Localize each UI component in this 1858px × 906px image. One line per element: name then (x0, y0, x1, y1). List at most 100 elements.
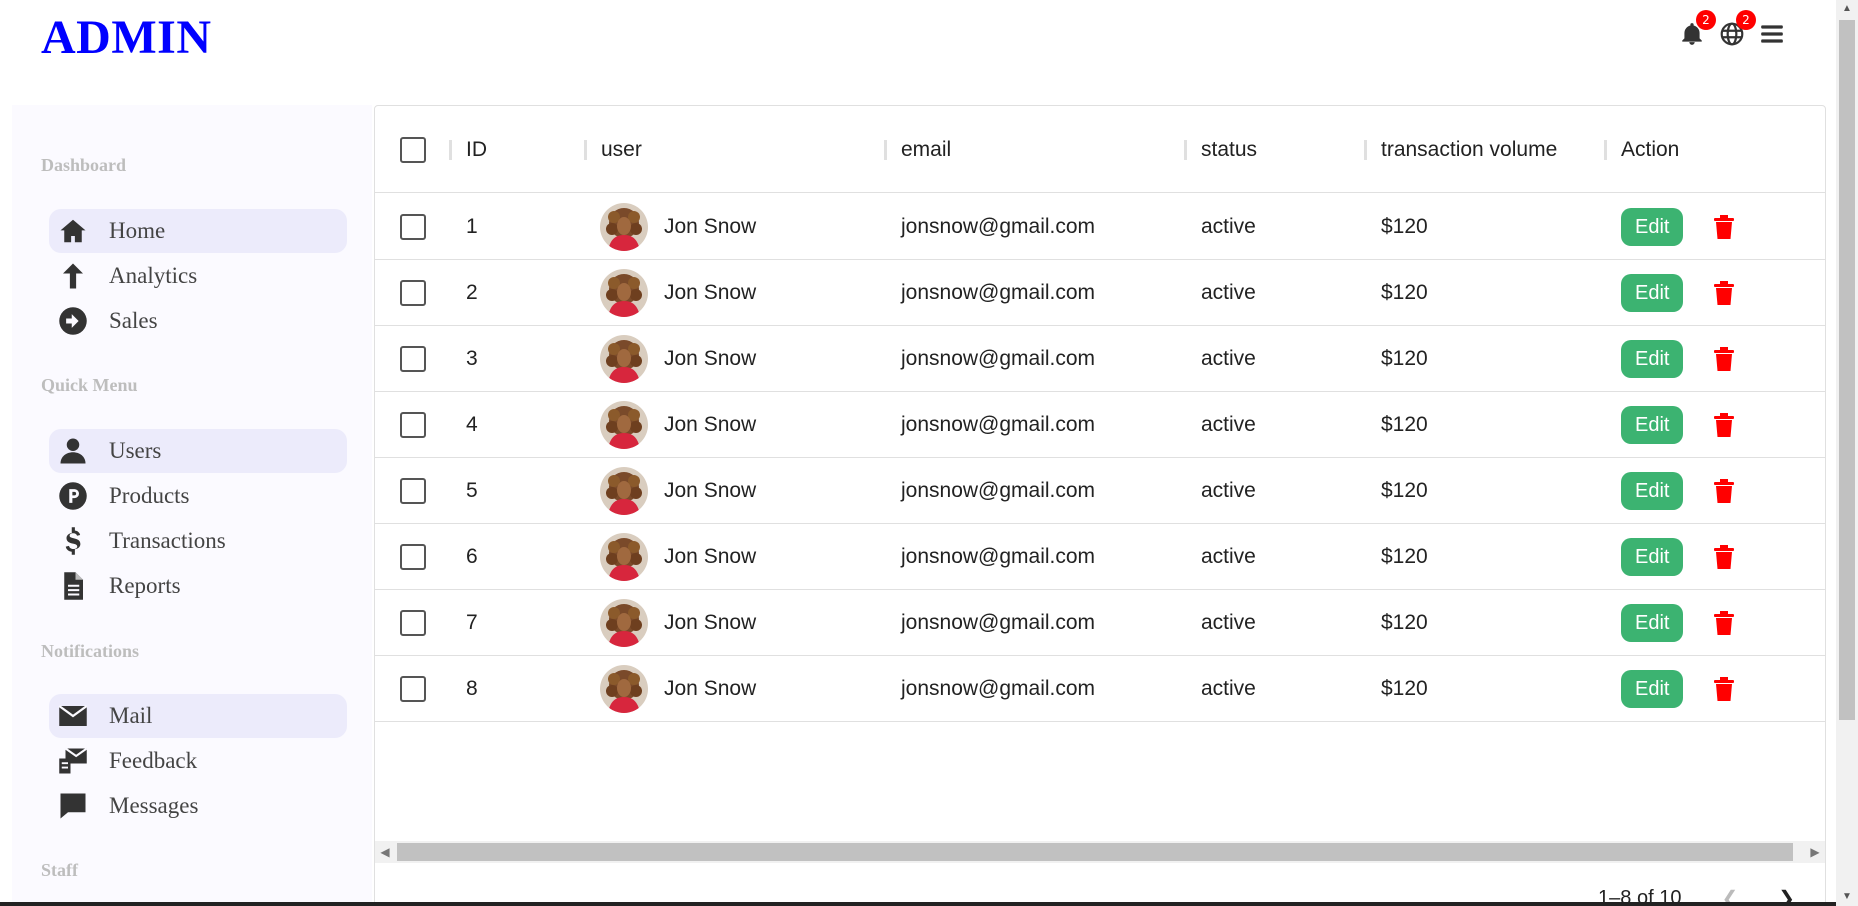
cell-email: jonsnow@gmail.com (901, 677, 1096, 700)
cell-id: 5 (466, 479, 478, 502)
column-header-action[interactable]: Action (1621, 106, 1679, 193)
menu-button[interactable] (1758, 18, 1786, 50)
edit-button[interactable]: Edit (1621, 340, 1684, 378)
edit-button[interactable]: Edit (1621, 604, 1684, 642)
cell-id: 7 (466, 611, 478, 634)
column-separator[interactable] (884, 140, 887, 160)
cell-status: active (1201, 215, 1256, 238)
sidebar-section-dashboard: Dashboard (41, 155, 127, 175)
trash-icon (1714, 479, 1734, 503)
sidebar-item-label: Messages (109, 793, 199, 818)
column-header-email[interactable]: email (901, 106, 951, 193)
column-header-user[interactable]: user (601, 106, 642, 193)
delete-button[interactable] (1710, 608, 1738, 638)
sidebar-item-users[interactable]: Users (49, 429, 347, 473)
column-separator[interactable] (1184, 140, 1187, 160)
column-header-status[interactable]: status (1201, 106, 1257, 193)
page-vertical-scrollbar[interactable]: ▲ ▼ (1836, 0, 1858, 906)
trash-icon (1714, 677, 1734, 701)
sidebar-item-label: Sales (109, 308, 158, 333)
cell-status: active (1201, 611, 1256, 634)
delete-button[interactable] (1710, 212, 1738, 242)
table-row[interactable]: 7 Jon Snow jonsnow@gmail.com active $120… (375, 590, 1825, 656)
table-row[interactable]: 5 Jon Snow jonsnow@gmail.com active $120… (375, 458, 1825, 524)
delete-button[interactable] (1710, 476, 1738, 506)
horizontal-scrollbar[interactable]: ◀ ▶ (375, 841, 1825, 863)
row-checkbox[interactable] (400, 676, 426, 702)
trash-icon (1714, 545, 1734, 569)
cell-user-name: Jon Snow (664, 413, 757, 436)
sidebar-item-analytics[interactable]: Analytics (49, 254, 347, 298)
row-checkbox[interactable] (400, 544, 426, 570)
delete-button[interactable] (1710, 410, 1738, 440)
scroll-up-arrow[interactable]: ▲ (1836, 0, 1858, 18)
column-separator[interactable] (1364, 140, 1367, 160)
sidebar-item-label: Transactions (109, 528, 226, 553)
delete-button[interactable] (1710, 344, 1738, 374)
horizontal-scroll-thumb[interactable] (397, 843, 1793, 861)
row-checkbox[interactable] (400, 346, 426, 372)
row-checkbox[interactable] (400, 478, 426, 504)
cell-email: jonsnow@gmail.com (901, 347, 1096, 370)
scroll-down-arrow[interactable]: ▼ (1836, 888, 1858, 906)
table-row[interactable]: 3 Jon Snow jonsnow@gmail.com active $120… (375, 326, 1825, 392)
column-separator[interactable] (1604, 140, 1607, 160)
sidebar-item-sales[interactable]: Sales (49, 299, 347, 343)
edit-button[interactable]: Edit (1621, 274, 1684, 312)
sidebar-item-label: Mail (109, 703, 153, 728)
cell-transaction-volume: $120 (1381, 215, 1428, 238)
delete-button[interactable] (1710, 542, 1738, 572)
edit-button[interactable]: Edit (1621, 472, 1684, 510)
delete-button[interactable] (1710, 674, 1738, 704)
language-badge: 2 (1736, 10, 1756, 30)
sidebar-item-mail[interactable]: Mail (49, 694, 347, 738)
sidebar-section-quick-menu: Quick Menu (41, 375, 138, 395)
edit-button[interactable]: Edit (1621, 538, 1684, 576)
column-header-transaction-volume[interactable]: transaction volume (1381, 106, 1557, 193)
row-checkbox[interactable] (400, 610, 426, 636)
notifications-button[interactable]: 2 (1678, 10, 1716, 50)
cell-id: 8 (466, 677, 478, 700)
vertical-scroll-thumb[interactable] (1839, 20, 1855, 720)
cell-email: jonsnow@gmail.com (901, 215, 1096, 238)
hamburger-menu-icon (1761, 25, 1783, 43)
column-separator[interactable] (449, 140, 452, 160)
column-header-id[interactable]: ID (466, 106, 487, 193)
sidebar-item-messages[interactable]: Messages (49, 784, 347, 828)
sidebar-item-home[interactable]: Home (49, 209, 347, 253)
select-all-checkbox[interactable] (400, 137, 426, 163)
scroll-right-arrow[interactable]: ▶ (1805, 841, 1825, 863)
scroll-left-arrow[interactable]: ◀ (375, 841, 395, 863)
row-checkbox[interactable] (400, 412, 426, 438)
cell-email: jonsnow@gmail.com (901, 413, 1096, 436)
grid-header: ID user email status transaction volume … (375, 106, 1825, 193)
app-logo[interactable]: ADMIN (41, 10, 211, 65)
edit-button[interactable]: Edit (1621, 406, 1684, 444)
cell-user-name: Jon Snow (664, 677, 757, 700)
message-icon (55, 788, 91, 824)
cell-id: 1 (466, 215, 478, 238)
row-checkbox[interactable] (400, 214, 426, 240)
table-row[interactable]: 6 Jon Snow jonsnow@gmail.com active $120… (375, 524, 1825, 590)
row-checkbox[interactable] (400, 280, 426, 306)
table-row[interactable]: 2 Jon Snow jonsnow@gmail.com active $120… (375, 260, 1825, 326)
table-row[interactable]: 1 Jon Snow jonsnow@gmail.com active $120… (375, 194, 1825, 260)
column-separator[interactable] (584, 140, 587, 160)
cell-status: active (1201, 545, 1256, 568)
avatar (600, 401, 648, 449)
sidebar-item-reports[interactable]: Reports (49, 564, 347, 608)
edit-button[interactable]: Edit (1621, 670, 1684, 708)
sidebar-item-feedback[interactable]: Feedback (49, 739, 347, 783)
sidebar-item-transactions[interactable]: Transactions (49, 519, 347, 563)
sidebar-item-products[interactable]: Products (49, 474, 347, 518)
edit-button[interactable]: Edit (1621, 208, 1684, 246)
product-p-icon (55, 478, 91, 514)
table-row[interactable]: 4 Jon Snow jonsnow@gmail.com active $120… (375, 392, 1825, 458)
language-button[interactable]: 2 (1718, 10, 1756, 50)
cell-status: active (1201, 479, 1256, 502)
cell-id: 3 (466, 347, 478, 370)
trash-icon (1714, 413, 1734, 437)
table-row[interactable]: 8 Jon Snow jonsnow@gmail.com active $120… (375, 656, 1825, 722)
cell-status: active (1201, 347, 1256, 370)
delete-button[interactable] (1710, 278, 1738, 308)
